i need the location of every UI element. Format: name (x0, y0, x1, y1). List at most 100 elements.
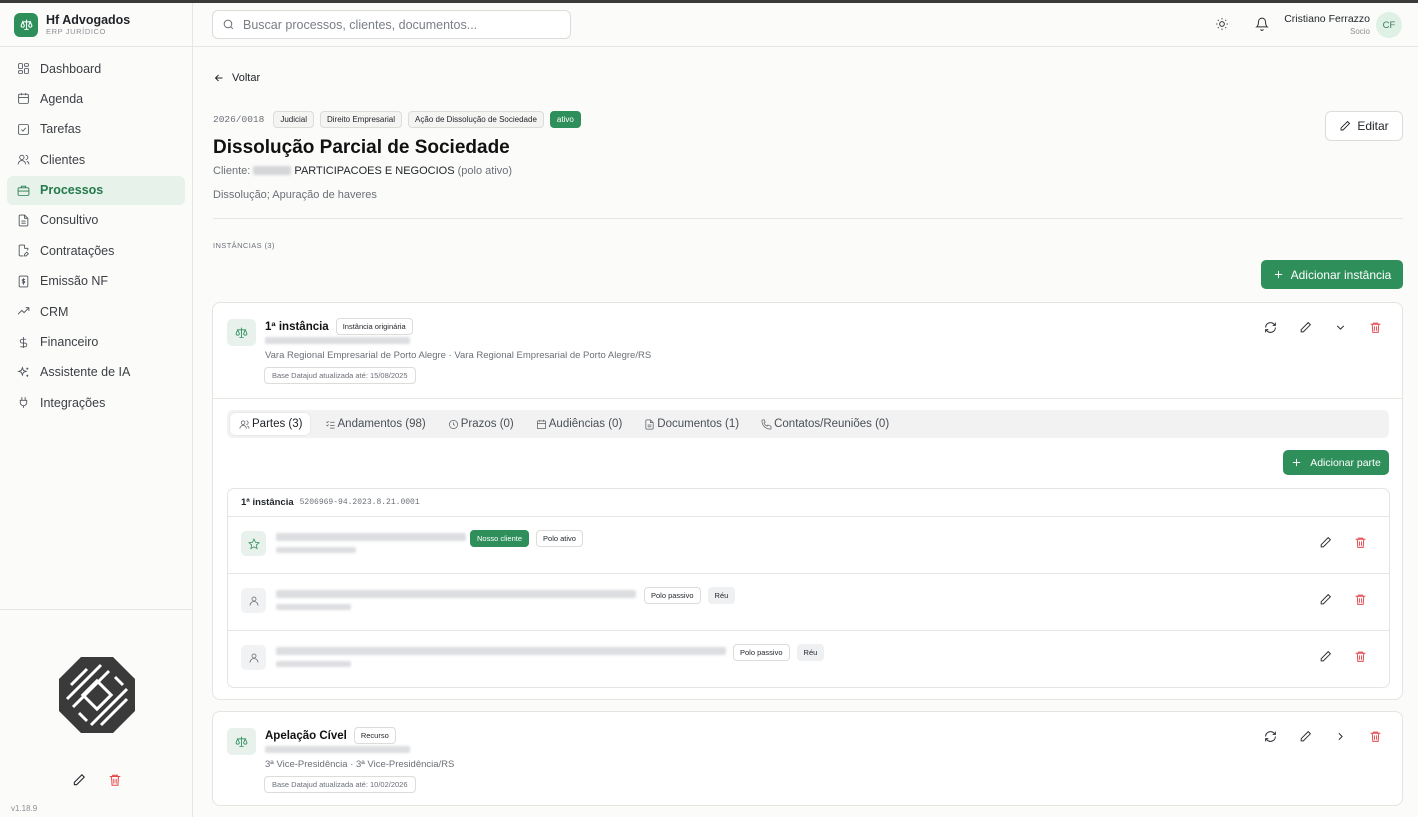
search-box[interactable] (212, 10, 571, 39)
parties-instance: 1ª instância (241, 497, 294, 508)
client-name[interactable]: PARTICIPACOES E NEGOCIOS (294, 165, 454, 177)
redacted-party-name (276, 533, 466, 541)
redacted-party-doc (276, 547, 356, 553)
add-instance-button[interactable]: Adicionar instância (1261, 260, 1403, 289)
trash-icon[interactable] (1369, 321, 1382, 334)
brand-subtitle: ERP JURÍDICO (46, 26, 106, 36)
tab-audiencias[interactable]: Audiências (0) (527, 413, 630, 435)
sidebar-item-financeiro[interactable]: Financeiro (7, 328, 185, 357)
pencil-icon[interactable] (1299, 321, 1312, 334)
user-icon (241, 645, 266, 670)
calendar-icon (536, 419, 546, 429)
search-input[interactable] (243, 17, 543, 32)
brand[interactable]: Hf Advogados ERP JURÍDICO (0, 3, 192, 47)
chevron-right-icon[interactable] (1334, 730, 1347, 743)
users-icon (17, 154, 30, 165)
party-tags: Polo passivo Réu (733, 644, 825, 661)
instance-badge: Instância originária (335, 318, 413, 335)
user-icon (241, 588, 266, 613)
redacted-text (253, 166, 292, 175)
tab-documentos[interactable]: Documentos (1) (635, 413, 746, 435)
tab-andamentos[interactable]: Andamentos (98) (316, 413, 433, 435)
user-role: Socio (1349, 27, 1370, 36)
parties-panel: 1ª instância 5206969-94.2023.8.21.0001 N… (227, 488, 1390, 688)
list-check-icon (325, 420, 335, 429)
tab-prazos[interactable]: Prazos (0) (439, 413, 521, 435)
instance-name: Apelação Cível (265, 729, 347, 742)
party-actions (1319, 650, 1367, 663)
trash-icon[interactable] (1354, 536, 1367, 549)
instance-actions (1264, 321, 1382, 334)
refresh-icon[interactable] (1264, 730, 1277, 743)
brand-name: Hf Advogados (46, 12, 131, 27)
party-tag: Polo ativo (536, 530, 583, 547)
trash-icon[interactable] (1369, 730, 1382, 743)
sidebar-item-integracoes[interactable]: Integrações (7, 388, 185, 417)
redacted-text (265, 337, 410, 344)
bell-icon[interactable] (1255, 17, 1269, 31)
redacted-party-name (276, 647, 726, 655)
chevron-down-icon[interactable] (1334, 321, 1347, 334)
trend-icon (17, 307, 30, 315)
user-info[interactable]: Cristiano Ferrazzo Socio (1284, 13, 1370, 37)
redacted-party-name (276, 590, 636, 598)
add-party-button[interactable]: Adicionar parte (1283, 450, 1389, 475)
sidebar-item-processos[interactable]: Processos (7, 175, 185, 205)
scale-logo-icon (14, 12, 38, 37)
calendar-icon (18, 93, 29, 105)
trash-icon[interactable] (1354, 650, 1367, 663)
tab-contatos[interactable]: Contatos/Reuniões (0) (752, 413, 896, 435)
back-link[interactable]: Voltar (213, 72, 260, 84)
sidebar-item-agenda[interactable]: Agenda (7, 84, 185, 113)
pencil-icon[interactable] (72, 773, 86, 787)
sidebar-item-tarefas[interactable]: Tarefas (7, 115, 185, 144)
tab-label: Documentos (1) (657, 418, 740, 430)
status-badge: ativo (549, 111, 581, 128)
trash-icon[interactable] (1354, 593, 1367, 606)
tab-partes[interactable]: Partes (3) (230, 413, 310, 435)
sidebar-item-consultivo[interactable]: Consultivo (7, 206, 185, 235)
sparkles-icon (17, 366, 29, 377)
sidebar-item-emissao-nf[interactable]: Emissão NF (7, 267, 185, 296)
page-title: Dissolução Parcial de Sociedade (213, 137, 510, 158)
sidebar-item-clientes[interactable]: Clientes (7, 145, 185, 174)
party-tag: Polo passivo (644, 587, 701, 604)
sidebar-item-crm[interactable]: CRM (7, 297, 185, 326)
tab-label: Contatos/Reuniões (0) (774, 418, 890, 430)
user-name: Cristiano Ferrazzo (1284, 13, 1370, 25)
instance-title[interactable]: 1ª instância Instância originária (265, 318, 413, 335)
tab-label: Partes (3) (252, 418, 303, 430)
sidebar-item-contratacoes[interactable]: Contratações (7, 236, 185, 265)
instance-title[interactable]: Apelação Cível Recurso (265, 727, 396, 744)
tag-area: Direito Empresarial (320, 111, 403, 128)
avatar[interactable]: CF (1376, 12, 1402, 38)
redacted-party-doc (276, 661, 351, 667)
sidebar-item-dashboard[interactable]: Dashboard (7, 54, 185, 83)
trash-icon[interactable] (108, 773, 122, 787)
checkbox-icon (18, 123, 29, 135)
divider (213, 218, 1403, 219)
dollar-icon (19, 336, 28, 348)
edit-label: Editar (1357, 119, 1389, 133)
pencil-icon[interactable] (1299, 730, 1312, 743)
dashboard-icon (18, 63, 29, 74)
app-version: v1.18.9 (11, 804, 38, 813)
add-instance-label: Adicionar instância (1290, 267, 1392, 282)
pencil-icon[interactable] (1319, 650, 1332, 663)
edit-button[interactable]: Editar (1325, 111, 1403, 141)
search-icon (223, 19, 234, 30)
main-content: Voltar 2026/0018 Judicial Direito Empres… (193, 47, 1418, 817)
refresh-icon[interactable] (1264, 321, 1277, 334)
sidebar-divider (0, 609, 192, 610)
instances-label: INSTÂNCIAS (3) (213, 241, 275, 250)
party-tag: Réu (796, 644, 825, 661)
instance-card: Apelação Cível Recurso 3ª Vice-Presidênc… (212, 711, 1403, 806)
sun-icon[interactable] (1215, 17, 1229, 31)
sidebar-item-assistente-ia[interactable]: Assistente de IA (7, 358, 185, 387)
scale-icon (227, 319, 256, 346)
pencil-icon[interactable] (1319, 593, 1332, 606)
process-meta: 2026/0018 Judicial Direito Empresarial A… (213, 111, 581, 128)
party-row: Nosso cliente Polo ativo (228, 517, 1389, 574)
back-label: Voltar (232, 72, 261, 84)
pencil-icon[interactable] (1319, 536, 1332, 549)
